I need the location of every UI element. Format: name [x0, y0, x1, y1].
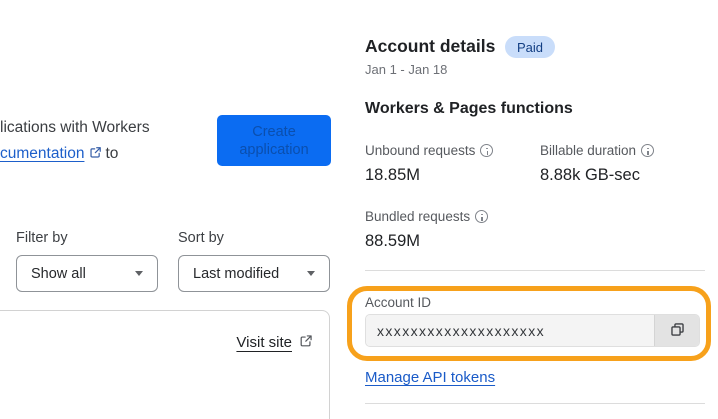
- metric-billable-duration: Billable duration 8.88k GB-sec: [540, 143, 655, 185]
- sort-select[interactable]: Last modified: [178, 255, 330, 292]
- divider: [365, 403, 705, 404]
- metric-bundled-requests: Bundled requests 88.59M: [365, 209, 489, 251]
- divider: [365, 270, 705, 271]
- visit-site: Visit site: [236, 334, 313, 352]
- metric-label: Billable duration: [540, 143, 655, 158]
- date-range: Jan 1 - Jan 18: [365, 62, 448, 77]
- chevron-down-icon: [135, 271, 143, 276]
- metric-value: 8.88k GB-sec: [540, 166, 640, 184]
- intro-suffix: to: [105, 145, 119, 162]
- filter-by-label: Filter by: [16, 230, 68, 246]
- paid-badge: Paid: [505, 36, 556, 58]
- intro-text: lications with Workers cumentation to: [0, 115, 150, 168]
- manage-api-tokens-link[interactable]: Manage API tokens: [365, 369, 495, 386]
- copy-account-id-button[interactable]: [654, 315, 699, 346]
- workers-pages-dashboard: lications with Workers cumentation to Cre…: [0, 0, 718, 419]
- metric-unbound-requests: Unbound requests 18.85M: [365, 143, 494, 185]
- filter-select[interactable]: Show all: [16, 255, 158, 292]
- intro-line-2: cumentation to: [0, 141, 150, 168]
- metric-value: 18.85M: [365, 166, 421, 184]
- sort-by-label: Sort by: [178, 230, 224, 246]
- documentation-link[interactable]: cumentation: [0, 145, 84, 162]
- account-id-label: Account ID: [365, 295, 432, 310]
- filter-selected-value: Show all: [31, 265, 86, 282]
- external-link-icon: [89, 142, 102, 168]
- info-icon[interactable]: [641, 144, 655, 157]
- copy-icon: [669, 321, 686, 341]
- account-id-field-group: [365, 314, 700, 347]
- project-card: Visit site: [0, 310, 330, 419]
- metric-label: Unbound requests: [365, 143, 494, 158]
- create-application-button[interactable]: Create application: [217, 115, 331, 166]
- intro-line-1: lications with Workers: [0, 119, 150, 136]
- metric-label: Bundled requests: [365, 209, 489, 224]
- external-link-icon: [299, 334, 313, 352]
- info-icon[interactable]: [480, 144, 494, 157]
- manage-api-tokens: Manage API tokens: [365, 369, 495, 386]
- account-details-title: Account details: [365, 36, 496, 56]
- sort-selected-value: Last modified: [193, 265, 280, 282]
- chevron-down-icon: [307, 271, 315, 276]
- metric-value: 88.59M: [365, 232, 421, 250]
- visit-site-link[interactable]: Visit site: [236, 334, 292, 351]
- functions-section-title: Workers & Pages functions: [365, 100, 573, 117]
- info-icon[interactable]: [475, 210, 489, 223]
- account-id-input[interactable]: [366, 315, 654, 346]
